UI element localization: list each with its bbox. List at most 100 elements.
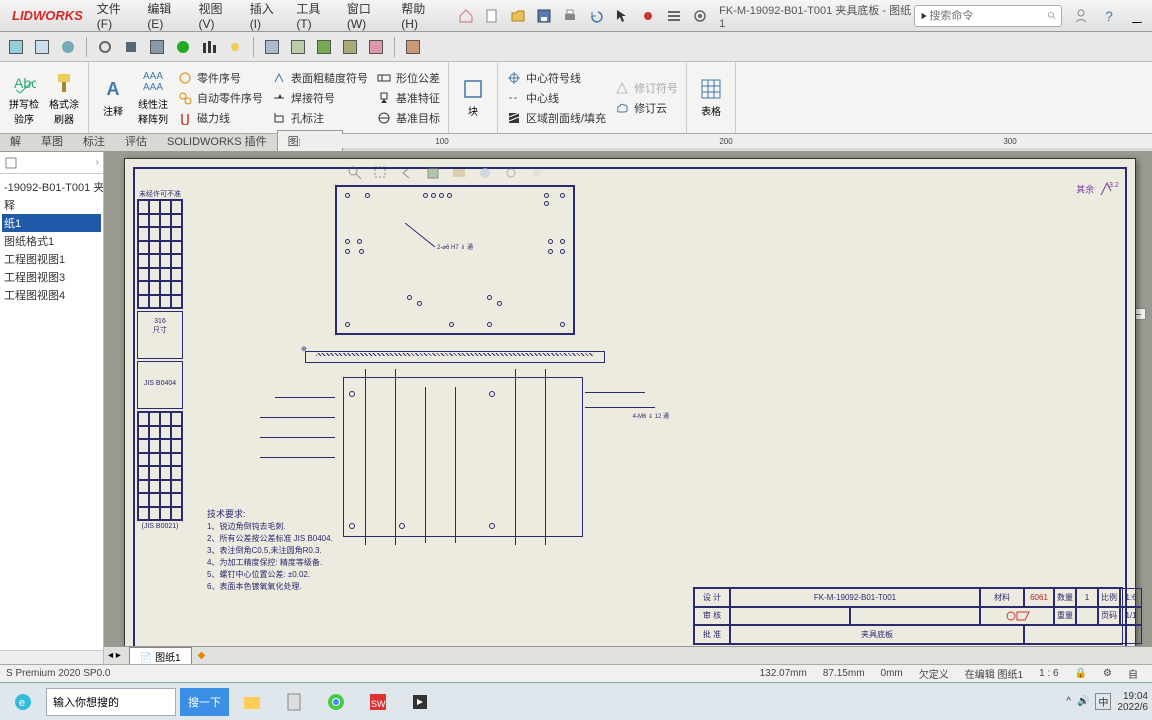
hole-callout-button[interactable]: 孔标注 [269,109,370,127]
display-style-icon[interactable] [449,163,469,183]
menu-file[interactable]: 文件(F) [91,0,142,31]
block-button[interactable]: 块 [455,66,491,129]
centerline-button[interactable]: 中心线 [504,89,608,107]
qt-gear[interactable] [93,35,117,59]
balloon-button[interactable]: 零件序号 [175,69,265,87]
explorer-icon[interactable] [233,687,271,717]
command-search-input[interactable] [929,10,1046,22]
surface-finish-button[interactable]: 表面粗糙度符号 [269,69,370,87]
qt-cube[interactable] [119,35,143,59]
auto-balloon-button[interactable]: 自动零件序号 [175,89,265,107]
menu-insert[interactable]: 插入(I) [244,0,291,31]
qt-bars[interactable] [197,35,221,59]
minimize-icon[interactable]: _ [1126,5,1148,27]
spell-check-button[interactable]: Abc 拼写检验序 [6,66,42,129]
menu-tools[interactable]: 工具(T) [290,0,341,31]
status-bar: S Premium 2020 SP0.0 132.07mm 87.15mm 0m… [0,664,1152,682]
tree-item[interactable]: 工程图视图4 [2,286,101,304]
qt-green[interactable] [171,35,195,59]
select-icon[interactable] [611,5,633,27]
search-button[interactable]: 搜一下 [180,688,229,716]
tab-evaluate[interactable]: 评估 [115,131,157,151]
linear-pattern-button[interactable]: AAAAAA 线性注释阵列 [135,66,171,129]
tree-item[interactable]: 图纸格式1 [2,232,101,250]
tree-item-sheet1[interactable]: 纸1 [2,214,101,232]
drawing-canvas[interactable]: _ □ ─ 未经许可不准 316尺寸 JIS B0404 [104,152,1152,664]
calc-icon[interactable] [275,687,313,717]
weld-symbol-button[interactable]: 焊接符号 [269,89,370,107]
zoom-fit-icon[interactable] [345,163,365,183]
tab-dimension[interactable]: 标注 [73,131,115,151]
menu-view[interactable]: 视图(V) [193,0,244,31]
zoom-area-icon[interactable] [371,163,391,183]
qt-10[interactable] [260,35,284,59]
prev-view-icon[interactable] [397,163,417,183]
note-button[interactable]: A 注释 [95,66,131,129]
drawing-sheet[interactable]: 未经许可不准 316尺寸 JIS B0404 (JIS B0021) 其余 3.… [124,158,1136,658]
hatch-button[interactable]: 区域剖面线/填充 [504,109,608,127]
tray-up-icon[interactable]: ^ [1066,696,1071,707]
edit-sheet-icon[interactable] [501,163,521,183]
menu-window[interactable]: 窗口(W) [341,0,395,31]
options-icon[interactable] [663,5,685,27]
help-icon[interactable]: ? [1098,5,1120,27]
qt-6[interactable] [145,35,169,59]
new-icon[interactable] [481,5,503,27]
tables-button[interactable]: 表格 [693,66,729,129]
center-mark-button[interactable]: 中心符号线 [504,69,608,87]
command-search[interactable] [914,5,1062,27]
rebuild-icon[interactable] [637,5,659,27]
menu-help[interactable]: 帮助(H) [395,0,447,31]
solidworks-icon[interactable]: SW [359,687,397,717]
save-icon[interactable] [533,5,555,27]
datum-feature-button[interactable]: 基准特征 [374,89,442,107]
tree-root[interactable]: -19092-B01-T001 夹具 [2,178,101,196]
taskbar-search[interactable]: 输入你想搜的 [46,688,176,716]
tree-expand-icon[interactable]: › [96,157,99,168]
print-icon[interactable] [559,5,581,27]
tree-config-icon[interactable] [4,156,18,170]
chrome-icon[interactable] [317,687,355,717]
revision-cloud-button[interactable]: 修订云 [612,99,680,117]
tree-item[interactable]: 释 [2,196,101,214]
settings-icon[interactable] [689,5,711,27]
qt-11[interactable] [286,35,310,59]
drawing-view-side[interactable] [305,351,605,363]
tree-item[interactable]: 工程图视图3 [2,268,101,286]
qt-13[interactable] [338,35,362,59]
section-view-icon[interactable] [423,163,443,183]
sheet-tab-1[interactable]: 📄 图纸1 [129,647,192,665]
tab-addins[interactable]: SOLIDWORKS 插件 [157,131,277,151]
open-icon[interactable] [507,5,529,27]
tray-ime[interactable]: 中 [1095,693,1111,710]
format-painter-button[interactable]: 格式涂刷器 [46,66,82,129]
qt-14[interactable] [364,35,388,59]
qt-2[interactable] [30,35,54,59]
drawing-view-top[interactable]: 2-⌀6 H7 ⇓ 通 [335,185,575,335]
tray-net-icon[interactable]: 🔊 [1077,696,1089,707]
qt-sun[interactable] [223,35,247,59]
qt-12[interactable] [312,35,336,59]
tree-hscroll[interactable] [0,650,103,664]
ie-icon[interactable]: e [4,687,42,717]
app-icon[interactable] [401,687,439,717]
home-icon[interactable] [455,5,477,27]
tray-clock[interactable]: 19:042022/6 [1117,691,1148,713]
datum-target-button[interactable]: 基准目标 [374,109,442,127]
gtol-button[interactable]: 形位公差 [374,69,442,87]
drawing-view-front[interactable]: 4-M6 ⇓ 12 通 [315,377,595,547]
menu-edit[interactable]: 编辑(E) [141,0,192,31]
user-icon[interactable] [1070,5,1092,27]
qt-1[interactable] [4,35,28,59]
grid-icon[interactable] [527,163,547,183]
tree-item[interactable]: 工程图视图1 [2,250,101,268]
magnetic-line-button[interactable]: 磁力线 [175,109,265,127]
title-block[interactable]: 设 计 FK-M-19092-B01-T001 材料6061 数量1 比例1:6… [693,587,1123,645]
qt-3[interactable] [56,35,80,59]
undo-icon[interactable] [585,5,607,27]
qt-15[interactable] [401,35,425,59]
hide-show-icon[interactable] [475,163,495,183]
add-sheet-icon[interactable]: ◆ [198,650,206,661]
tab-annotation[interactable]: 解 [0,131,31,151]
tab-sketch[interactable]: 草图 [31,131,73,151]
